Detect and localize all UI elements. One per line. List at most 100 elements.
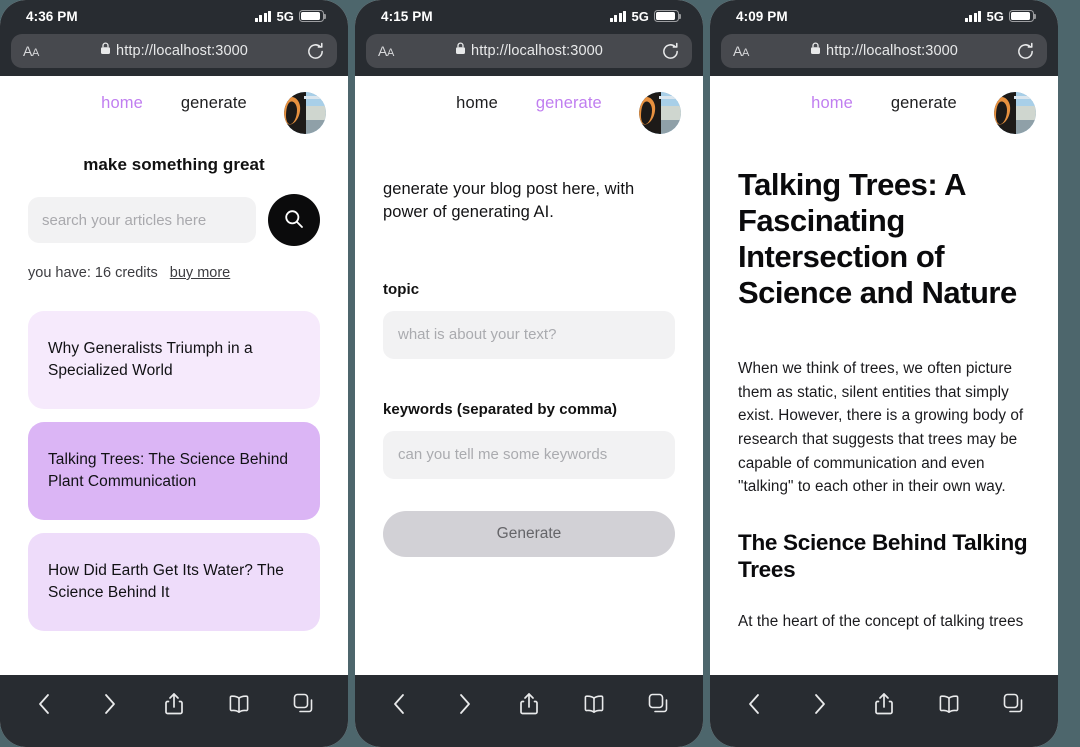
avatar[interactable]: [284, 92, 326, 134]
reload-icon[interactable]: [1016, 42, 1035, 61]
article-card-title: How Did Earth Get Its Water? The Science…: [48, 561, 284, 601]
article-card[interactable]: Why Generalists Triumph in a Specialized…: [28, 311, 320, 409]
nav-link-home[interactable]: home: [811, 94, 853, 113]
address-bar[interactable]: AA http://localhost:3000: [11, 34, 337, 68]
battery-icon: [299, 10, 327, 22]
keywords-input[interactable]: [383, 430, 675, 479]
status-indicators: 5G: [254, 8, 327, 24]
article-card-list: Why Generalists Triumph in a Specialized…: [28, 311, 320, 631]
cellular-signal-icon: [254, 10, 272, 22]
address-bar[interactable]: AA http://localhost:3000: [366, 34, 692, 68]
safari-bottom-toolbar: [355, 675, 703, 747]
status-time: 4:15 PM: [381, 8, 433, 24]
forward-icon[interactable]: [797, 687, 841, 721]
text-size-button[interactable]: AA: [733, 43, 749, 59]
site-nav: home generate: [355, 76, 703, 134]
share-icon[interactable]: [862, 687, 906, 721]
credits-row: you have: 16 credits buy more: [28, 265, 320, 281]
status-bar: 4:36 PM 5G: [0, 0, 348, 30]
status-indicators: 5G: [964, 8, 1037, 24]
text-size-button[interactable]: AA: [378, 43, 394, 59]
bookmarks-icon[interactable]: [217, 687, 261, 721]
web-viewport-generate: home generate generate your blog post he…: [355, 76, 703, 675]
battery-icon: [654, 10, 682, 22]
topic-label: topic: [383, 280, 420, 298]
back-icon[interactable]: [22, 687, 66, 721]
cellular-signal-icon: [964, 10, 982, 22]
nav-link-generate[interactable]: generate: [181, 94, 247, 113]
article-card[interactable]: Talking Trees: The Science Behind Plant …: [28, 422, 320, 520]
avatar[interactable]: [639, 92, 681, 134]
article-card[interactable]: How Did Earth Get Its Water? The Science…: [28, 533, 320, 631]
battery-icon: [1009, 10, 1037, 22]
web-viewport-home: home generate make something great searc…: [0, 76, 348, 675]
forward-icon[interactable]: [442, 687, 486, 721]
safari-bottom-toolbar: [0, 675, 348, 747]
url-text: http://localhost:3000: [826, 43, 958, 59]
url-text: http://localhost:3000: [471, 43, 603, 59]
article-content: Talking Trees: A Fascinating Intersectio…: [710, 167, 1058, 634]
text-size-button[interactable]: AA: [23, 43, 39, 59]
share-icon[interactable]: [152, 687, 196, 721]
avatar[interactable]: [994, 92, 1036, 134]
nav-link-generate[interactable]: generate: [891, 94, 957, 113]
share-icon[interactable]: [507, 687, 551, 721]
safari-top-chrome: 4:09 PM 5G AA http://localhost:3000: [710, 0, 1058, 76]
generate-content: generate your blog post here, with power…: [355, 178, 703, 557]
address-bar-center: http://localhost:3000: [11, 42, 337, 60]
site-nav: home generate: [710, 76, 1058, 134]
home-content: make something great you have: 16 credit…: [0, 155, 348, 631]
reload-icon[interactable]: [661, 42, 680, 61]
status-bar: 4:15 PM 5G: [355, 0, 703, 30]
web-viewport-article: home generate Talking Trees: A Fascinati…: [710, 76, 1058, 675]
status-time: 4:09 PM: [736, 8, 788, 24]
safari-bottom-toolbar: [710, 675, 1058, 747]
phone-screenshot-generate: 4:15 PM 5G AA http://localhost:3000 home…: [355, 0, 703, 747]
network-type-label: 5G: [276, 8, 294, 24]
safari-top-chrome: 4:15 PM 5G AA http://localhost:3000: [355, 0, 703, 76]
network-type-label: 5G: [631, 8, 649, 24]
search-button[interactable]: [268, 194, 320, 246]
tabs-icon[interactable]: [637, 687, 681, 721]
article-card-title: Why Generalists Triumph in a Specialized…: [48, 339, 253, 379]
status-time: 4:36 PM: [26, 8, 78, 24]
url-text: http://localhost:3000: [116, 43, 248, 59]
lock-icon: [455, 42, 466, 60]
status-bar: 4:09 PM 5G: [710, 0, 1058, 30]
forward-icon[interactable]: [87, 687, 131, 721]
nav-link-home[interactable]: home: [101, 94, 143, 113]
search-icon: [283, 208, 305, 233]
nav-link-generate[interactable]: generate: [536, 94, 602, 113]
lock-icon: [810, 42, 821, 60]
article-paragraph: At the heart of the concept of talking t…: [738, 612, 1024, 630]
status-indicators: 5G: [609, 8, 682, 24]
back-icon[interactable]: [732, 687, 776, 721]
generate-button[interactable]: Generate: [383, 510, 675, 557]
phone-screenshot-article: 4:09 PM 5G AA http://localhost:3000 home…: [710, 0, 1058, 747]
network-type-label: 5G: [986, 8, 1004, 24]
bookmarks-icon[interactable]: [927, 687, 971, 721]
article-paragraph: When we think of trees, we often picture…: [738, 359, 1024, 496]
cellular-signal-icon: [609, 10, 627, 22]
buy-more-link[interactable]: buy more: [170, 265, 230, 281]
tabs-icon[interactable]: [282, 687, 326, 721]
topic-input[interactable]: [383, 310, 675, 359]
safari-top-chrome: 4:36 PM 5G AA http://localhost:3000: [0, 0, 348, 76]
address-bar[interactable]: AA http://localhost:3000: [721, 34, 1047, 68]
tabs-icon[interactable]: [992, 687, 1036, 721]
screenshot-stage: 4:36 PM 5G AA http://localhost:3000 home…: [0, 0, 1080, 747]
back-icon[interactable]: [377, 687, 421, 721]
article-card-title: Talking Trees: The Science Behind Plant …: [48, 450, 289, 490]
address-bar-center: http://localhost:3000: [721, 42, 1047, 60]
generate-intro-text: generate your blog post here, with power…: [383, 180, 635, 222]
site-nav: home generate: [0, 76, 348, 134]
nav-link-home[interactable]: home: [456, 94, 498, 113]
search-row: [28, 194, 320, 246]
credits-text: you have: 16 credits: [28, 265, 158, 281]
reload-icon[interactable]: [306, 42, 325, 61]
search-input[interactable]: [28, 197, 256, 243]
article-section-heading: The Science Behind Talking Trees: [738, 530, 1028, 583]
bookmarks-icon[interactable]: [572, 687, 616, 721]
keywords-label: keywords (separated by comma): [383, 400, 618, 418]
page-title: make something great: [83, 155, 265, 174]
